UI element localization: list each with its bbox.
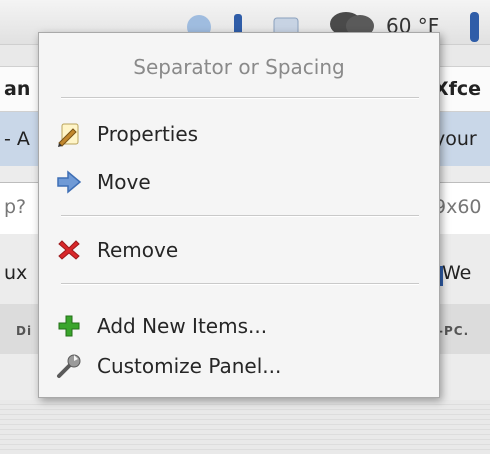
remove-x-icon	[55, 236, 83, 264]
bg-info-left: ux	[4, 262, 28, 284]
menu-separator	[61, 97, 419, 99]
menu-item-label: Add New Items...	[97, 314, 268, 338]
bg-selected-left: - A	[4, 128, 30, 150]
bg-info-right: We	[442, 262, 472, 284]
bg-status-right: -PC.	[438, 324, 470, 338]
menu-item-move[interactable]: Move	[55, 165, 423, 199]
menu-item-properties[interactable]: Properties	[55, 117, 423, 151]
bg-tab-right: Xfce	[434, 78, 482, 100]
wrench-icon	[55, 352, 83, 380]
move-arrow-icon	[55, 168, 83, 196]
bg-status-left: Di	[16, 324, 33, 338]
properties-icon	[55, 120, 83, 148]
menu-title: Separator or Spacing	[133, 55, 345, 79]
panel-context-menu: Separator or Spacing Properties Move Rem…	[38, 32, 440, 398]
menu-item-label: Move	[97, 170, 151, 194]
menu-separator	[61, 283, 419, 285]
menu-item-add-new-items[interactable]: Add New Items...	[55, 309, 423, 343]
bg-tab-left: an	[4, 78, 31, 100]
background-stripes	[0, 400, 490, 454]
menu-item-customize-panel[interactable]: Customize Panel...	[55, 349, 423, 383]
bg-selected-right: your	[434, 128, 477, 150]
volume-icon[interactable]	[466, 10, 484, 44]
menu-separator	[61, 215, 419, 217]
bg-input-right: 9x60	[434, 196, 482, 218]
menu-item-label: Customize Panel...	[97, 354, 282, 378]
menu-item-label: Remove	[97, 238, 179, 262]
bg-input-left: p?	[4, 196, 27, 218]
add-plus-icon	[55, 312, 83, 340]
menu-item-label: Properties	[97, 122, 199, 146]
divider-icon	[440, 266, 443, 286]
menu-item-remove[interactable]: Remove	[55, 233, 423, 267]
